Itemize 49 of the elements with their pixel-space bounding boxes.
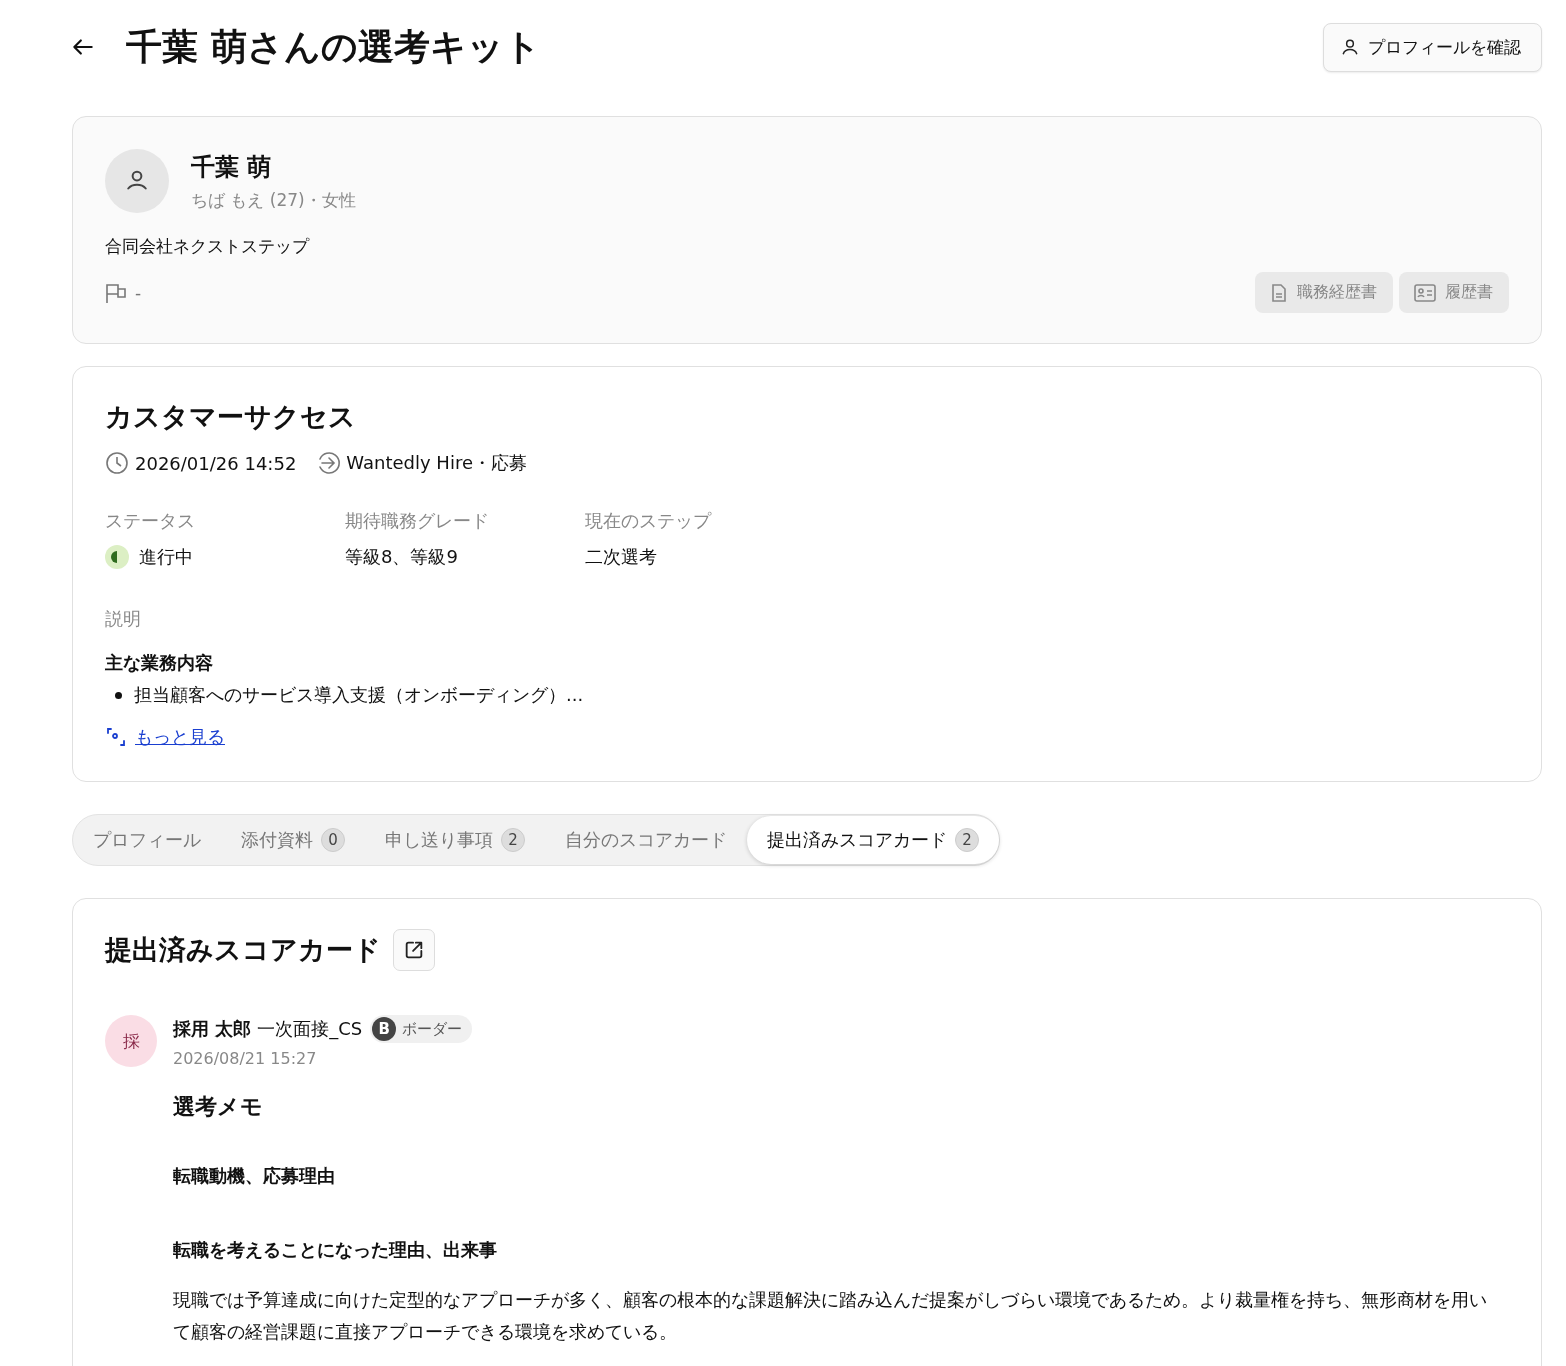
applied-date: 2026/01/26 14:52: [135, 452, 297, 474]
field-value: 進行中: [139, 545, 193, 569]
job-title: カスタマーサクセス: [105, 400, 357, 434]
expand-icon: [105, 726, 127, 748]
rating-label: ボーダー: [402, 1019, 463, 1039]
tab[interactable]: 添付資料 0: [221, 816, 365, 864]
arrow-right-icon: [316, 451, 341, 475]
count-badge: 2: [955, 828, 979, 852]
person-icon: [1340, 37, 1360, 57]
description-item: 担当顧客へのサービス導入支援（オンボーディング）...: [134, 683, 584, 707]
tab[interactable]: 申し送り事項 2: [365, 816, 545, 864]
field-label: 期待職務グレード: [345, 509, 490, 533]
field-label: ステータス: [105, 509, 196, 533]
interview-stage: 一次面接_CS: [257, 1017, 363, 1041]
open-external-button[interactable]: [393, 929, 435, 971]
clock-icon: [105, 451, 129, 475]
company-name: 合同会社ネクストステップ: [105, 235, 311, 258]
tab[interactable]: 自分のスコアカード: [545, 816, 747, 864]
page-title: 千葉 萌さんの選考キット: [126, 24, 541, 69]
description-heading: 主な業務内容: [105, 651, 214, 675]
tab[interactable]: プロフィール: [73, 816, 221, 864]
rating-letter: B: [372, 1017, 397, 1041]
bullet-icon: [115, 691, 122, 699]
more-link[interactable]: もっと見る: [135, 725, 225, 749]
document-icon: [1269, 282, 1289, 303]
scorecard-title: 提出済みスコアカード: [105, 933, 381, 967]
candidate-name: 千葉 萌: [191, 151, 273, 183]
tab[interactable]: 提出済みスコアカード 2: [747, 816, 999, 864]
memo-subheading: 転職を考えることになった理由、出来事: [173, 1238, 498, 1262]
review-date: 2026/08/21 15:27: [173, 1049, 318, 1068]
field-value: 二次選考: [585, 545, 657, 569]
flag-value: -: [135, 282, 142, 303]
field-label: 現在のステップ: [585, 509, 713, 533]
count-badge: 2: [501, 828, 525, 852]
candidate-details: ちば もえ (27)・女性: [191, 188, 356, 212]
status-icon: [105, 545, 129, 569]
memo-title: 選考メモ: [173, 1093, 264, 1121]
memo-paragraph: 現職では予算達成に向けた定型的なアプローチが多く、顧客の根本的な課題解決に踏み込んだ提案がしづらい環境であるため。より裁量権を持ち、無形商材を用いて顧客の経営課題に直接アプローチできる環境を求めている。: [173, 1288, 1488, 1344]
description-label: 説明: [105, 607, 142, 631]
application-source: Wantedly Hire・応募: [346, 451, 527, 475]
flag-icon: [105, 281, 129, 304]
reviewer-avatar: 採: [105, 1015, 157, 1067]
memo-heading: 転職動機、応募理由: [173, 1164, 336, 1188]
profile-button[interactable]: プロフィールを確認: [1323, 22, 1542, 72]
count-badge: 0: [321, 828, 345, 852]
reviewer-name: 採用 太郎: [173, 1017, 252, 1041]
field-value: 等級8、等級9: [345, 545, 458, 569]
id-card-icon: [1413, 282, 1437, 303]
external-link-icon: [403, 939, 425, 961]
